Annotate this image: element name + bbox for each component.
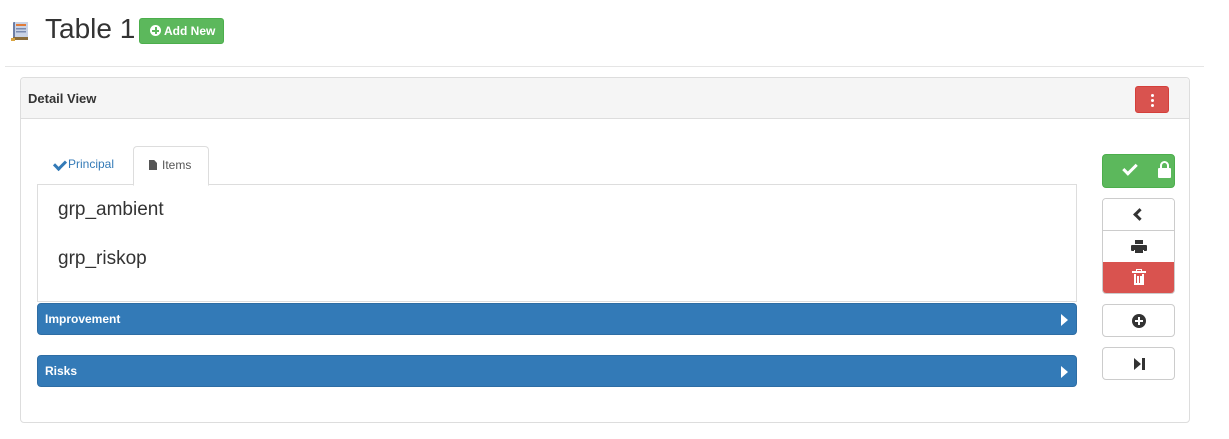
step-forward-bar	[1142, 358, 1145, 370]
plus-circle-icon	[150, 25, 161, 36]
section-risks[interactable]: Risks	[37, 355, 1077, 387]
new-record-button[interactable]	[1102, 304, 1175, 337]
list-item[interactable]: grp_ambient	[58, 199, 164, 221]
file-icon	[149, 160, 157, 170]
lock-toggle-button[interactable]	[1155, 155, 1175, 187]
printer-top	[1135, 240, 1143, 244]
check-icon	[1122, 160, 1138, 176]
table-book-icon	[11, 22, 28, 41]
ellipsis-dot	[1151, 99, 1154, 102]
trash-lid	[1132, 271, 1146, 273]
items-tab-content: grp_ambient grp_riskop	[37, 184, 1077, 302]
record-actions-group	[1102, 198, 1175, 294]
trash-bar	[1137, 276, 1139, 283]
tab-principal-label: Principal	[68, 157, 115, 171]
trash-bar	[1140, 276, 1142, 283]
add-new-button[interactable]: Add New	[139, 18, 224, 44]
tab-items-label: Items	[162, 158, 192, 172]
step-forward-triangle	[1134, 358, 1141, 370]
trash-can	[1134, 274, 1144, 285]
chevron-left-icon	[1133, 208, 1146, 221]
page-title: Table 1	[45, 13, 136, 44]
save-button-group	[1102, 154, 1175, 188]
panel-heading: Detail View	[21, 78, 1189, 119]
ellipsis-dot	[1151, 104, 1154, 107]
tab-principal[interactable]: Principal	[37, 146, 132, 185]
panel-menu-button[interactable]	[1135, 86, 1169, 113]
add-new-label: Add New	[164, 24, 216, 38]
last-record-button[interactable]	[1102, 347, 1175, 380]
section-risks-label: Risks	[45, 364, 78, 378]
step-forward-icon	[1134, 357, 1146, 371]
lock-body	[1158, 168, 1171, 178]
caret-right-icon	[1061, 366, 1068, 378]
caret-right-icon	[1061, 314, 1068, 326]
previous-record-button[interactable]	[1103, 199, 1174, 231]
detail-view-panel: Detail View Principal Items grp_ambient …	[20, 77, 1190, 423]
section-improvement-label: Improvement	[45, 312, 121, 326]
plus-circle-icon	[1132, 314, 1146, 328]
tab-items[interactable]: Items	[133, 146, 209, 186]
check-icon	[53, 159, 65, 169]
save-button[interactable]	[1103, 155, 1155, 187]
header-divider	[5, 66, 1204, 67]
section-improvement[interactable]: Improvement	[37, 303, 1077, 335]
print-button[interactable]	[1103, 231, 1174, 263]
printer-icon	[1131, 240, 1147, 254]
vertical-ellipsis-icon	[1151, 94, 1154, 97]
tab-bar: Principal Items	[37, 146, 1077, 186]
trash-icon	[1132, 269, 1146, 286]
delete-button[interactable]	[1103, 262, 1174, 293]
panel-title: Detail View	[28, 91, 97, 106]
page-header: Table 1 Add New	[0, 0, 1229, 62]
printer-paper	[1134, 250, 1144, 254]
list-item[interactable]: grp_riskop	[58, 248, 147, 270]
